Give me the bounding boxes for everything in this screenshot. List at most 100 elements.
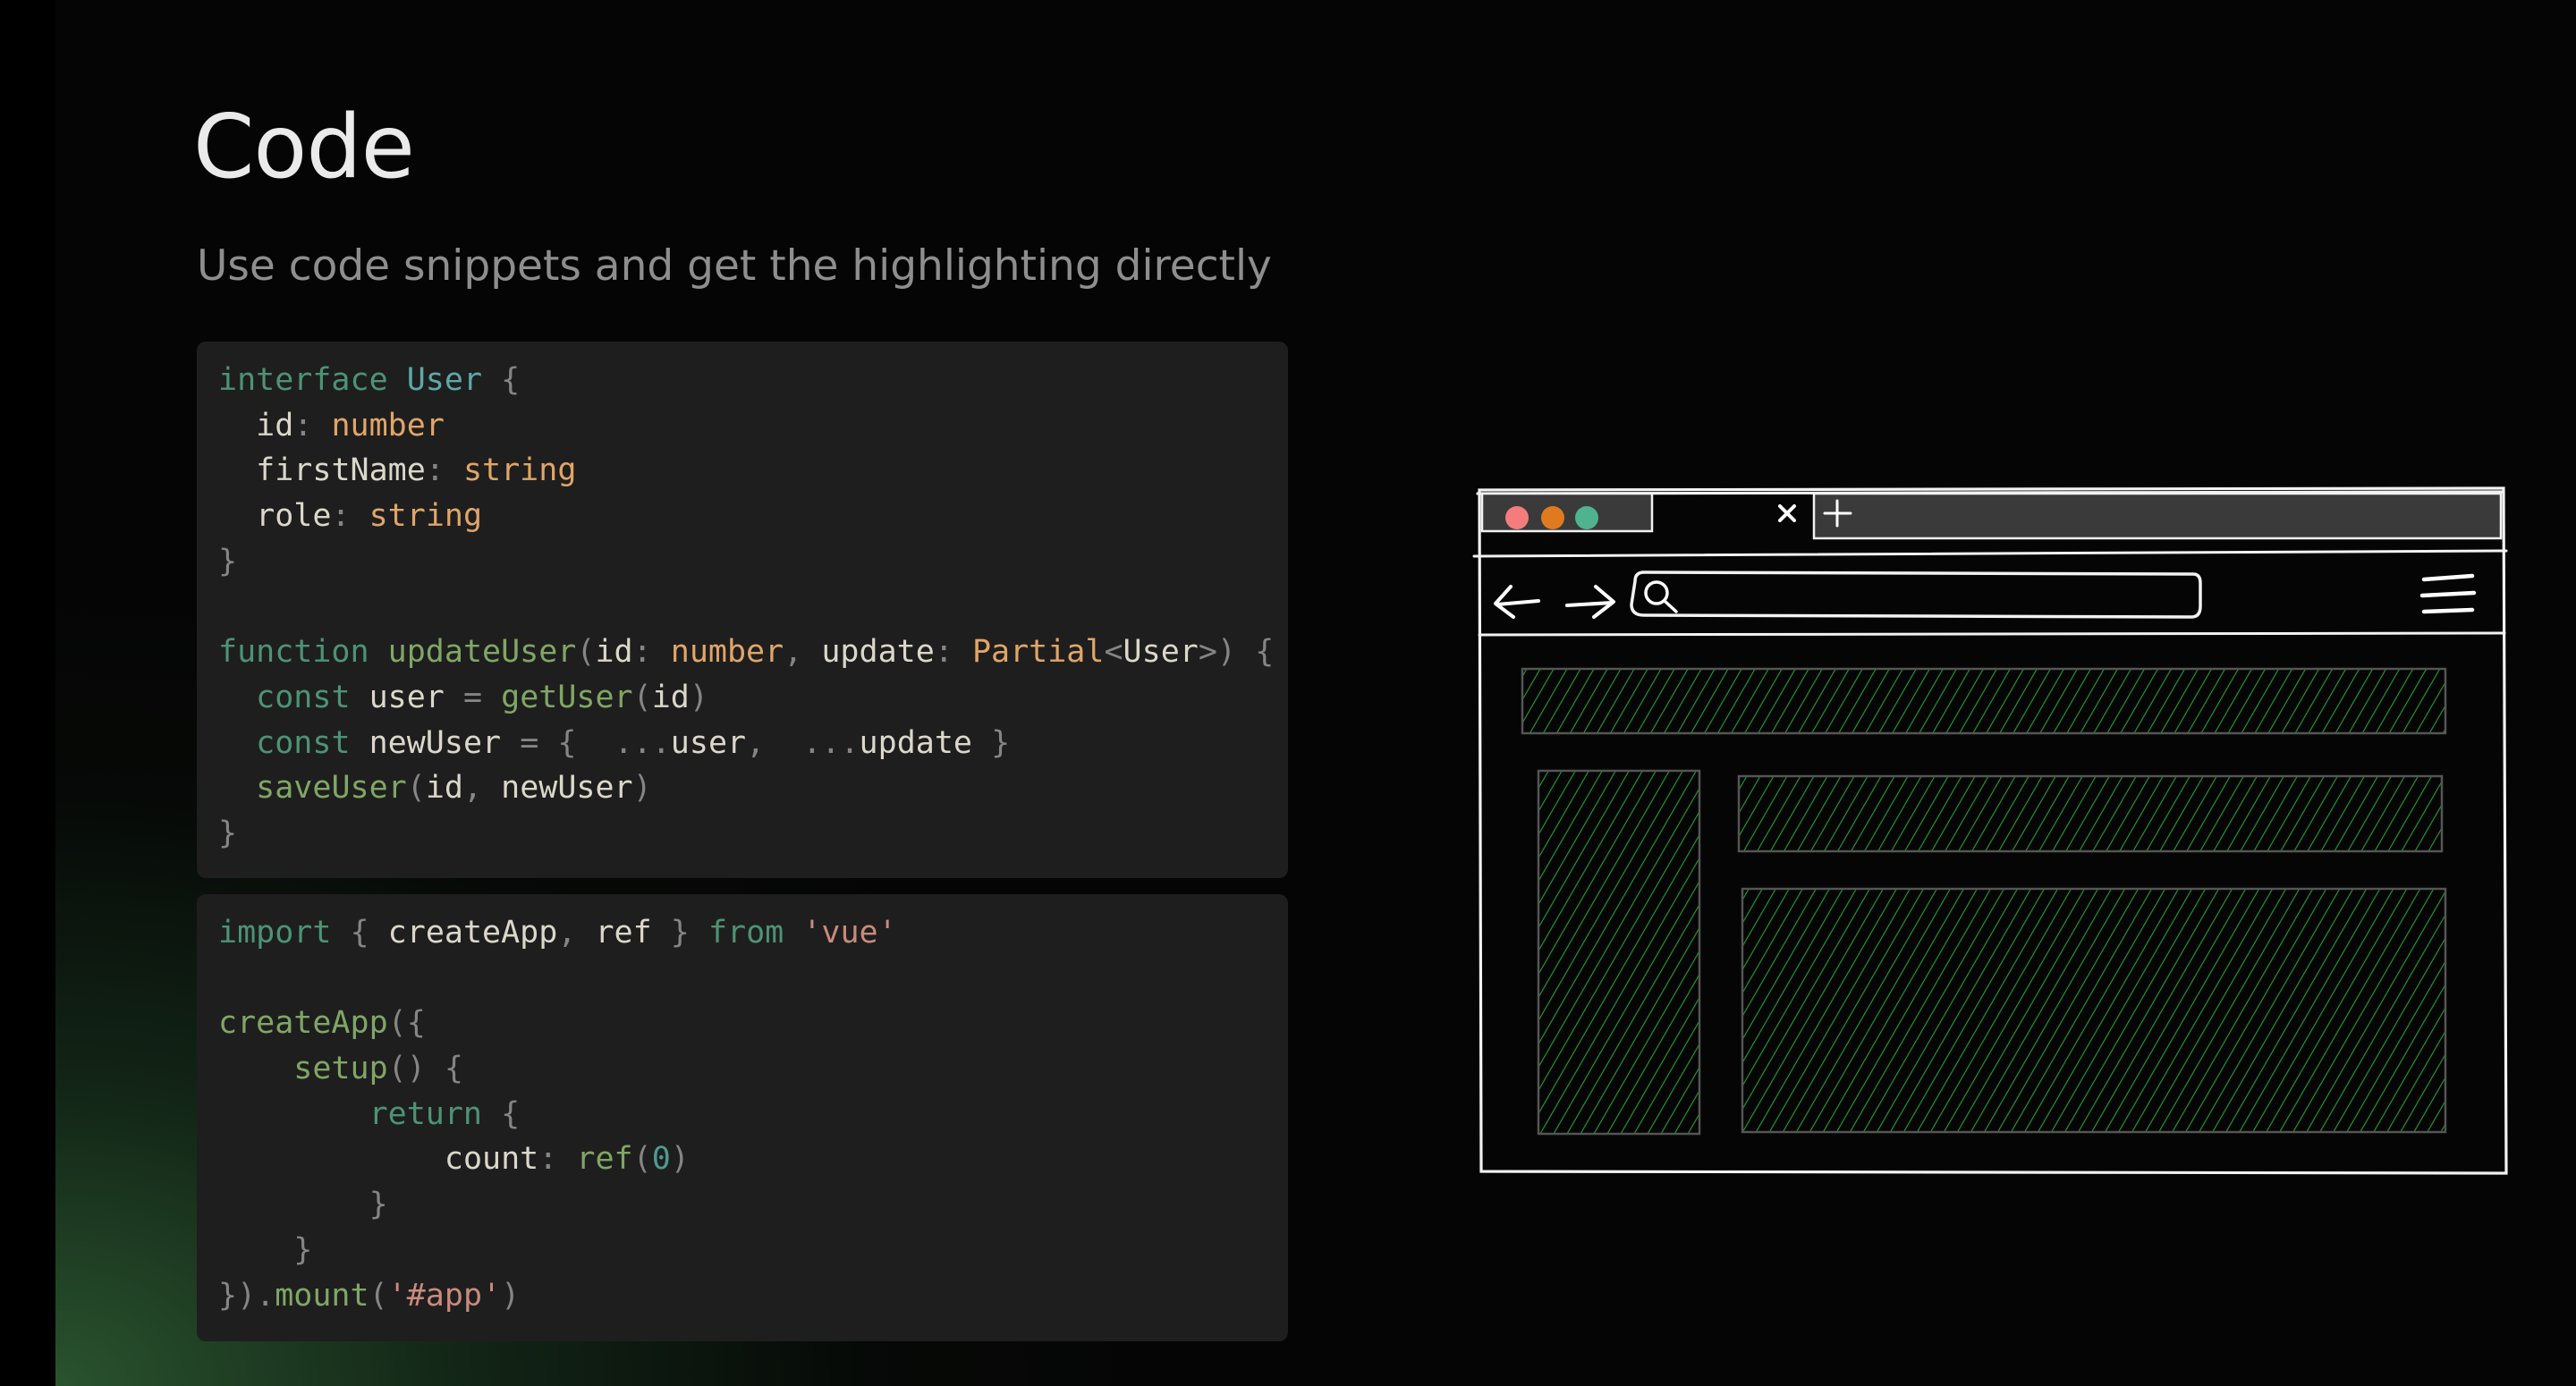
code-line: const newUser = { ...user, ...update } (218, 721, 1267, 766)
code-line: } (218, 1182, 1267, 1228)
code-token-punct: , (746, 724, 766, 761)
code-token-punct: : (293, 407, 313, 444)
code-token-punct: { (501, 362, 521, 398)
code-token-keyword: function (218, 634, 369, 671)
code-token-punct: ) (689, 679, 708, 715)
main-panel-placeholder (1741, 887, 2447, 1134)
forward-arrow-icon[interactable] (1565, 585, 1615, 619)
code-line: createApp({ (218, 1001, 1267, 1046)
content-area (1521, 667, 2447, 1136)
code-token-type: User (406, 362, 483, 398)
tab-bar (1480, 492, 2503, 540)
code-token-func: updateUser (387, 634, 577, 671)
code-token-func: mount (275, 1277, 369, 1314)
code-token-punct: ({ (387, 1005, 426, 1042)
code-token-punct: } (991, 724, 1011, 761)
code-token-func: ref (576, 1141, 633, 1178)
code-token-punct: ( (369, 1277, 388, 1314)
code-token-punct: < (1104, 634, 1123, 671)
code-line: id: number (218, 403, 1267, 449)
page-title: Code (193, 97, 415, 199)
code-line: } (218, 1228, 1267, 1273)
code-token-punct: : (934, 634, 953, 671)
code-token-punct: { (1255, 634, 1275, 671)
code-token-punct: ( (576, 634, 596, 671)
code-token-var: firstName (256, 452, 426, 489)
nav-bar (1494, 570, 2477, 619)
code-token-var: id (651, 679, 690, 715)
traffic-light-green[interactable] (1575, 506, 1598, 529)
traffic-light-orange[interactable] (1541, 506, 1564, 529)
close-icon[interactable] (1778, 504, 1796, 522)
code-token-string: '#app' (387, 1277, 502, 1314)
code-token-var: role (256, 498, 332, 535)
code-token-var: createApp (387, 915, 558, 951)
code-token-punct: ... (614, 724, 671, 761)
code-token-punct: , (784, 634, 803, 671)
code-token-builtin: Partial (971, 634, 1105, 671)
code-token-func: setup (293, 1051, 388, 1087)
code-token-var: update (859, 724, 972, 761)
address-bar[interactable] (1630, 570, 2202, 619)
code-line: } (218, 539, 1267, 585)
code-token-punct: ... (802, 724, 860, 761)
code-line: role: string (218, 494, 1267, 539)
code-token-punct: : (632, 634, 652, 671)
hamburger-menu-icon[interactable] (2419, 573, 2477, 614)
code-token-var: user (369, 679, 445, 715)
code-token-punct: ) (632, 770, 652, 807)
search-icon (1644, 580, 1678, 613)
code-token-func: createApp (218, 1005, 388, 1042)
code-token-punct: , (557, 915, 577, 951)
code-token-var: id (256, 407, 294, 444)
code-token-builtin: string (462, 452, 577, 489)
code-token-func: getUser (501, 679, 633, 715)
code-token-punct: ( (632, 679, 652, 715)
code-token-punct: = (520, 724, 539, 761)
code-token-keyword: interface (218, 362, 388, 398)
code-line: return { (218, 1092, 1267, 1137)
slide: Code Use code snippets and get the highl… (55, 0, 2576, 1386)
code-token-punct: ( (406, 770, 426, 807)
header-placeholder (1521, 667, 2447, 735)
code-token-var: newUser (369, 724, 502, 761)
code-token-punct: : (331, 498, 351, 535)
back-arrow-icon[interactable] (1494, 585, 1540, 619)
code-block-vue: import { createApp, ref } from 'vue' crea… (197, 894, 1288, 1341)
code-token-keyword: const (256, 724, 351, 761)
code-token-punct: } (670, 915, 690, 951)
code-token-punct: ) (501, 1277, 521, 1314)
code-token-var: ref (595, 915, 652, 951)
code-token-punct: } (218, 543, 238, 579)
traffic-light-red[interactable] (1505, 506, 1529, 529)
code-line: firstName: string (218, 448, 1267, 494)
code-token-punct: { (444, 1051, 463, 1087)
top-panel-placeholder (1737, 774, 2444, 853)
code-token-punct: { (501, 1095, 521, 1132)
code-token-punct: { (557, 724, 577, 761)
code-line: setup() { (218, 1046, 1267, 1092)
code-token-punct: } (293, 1231, 313, 1268)
